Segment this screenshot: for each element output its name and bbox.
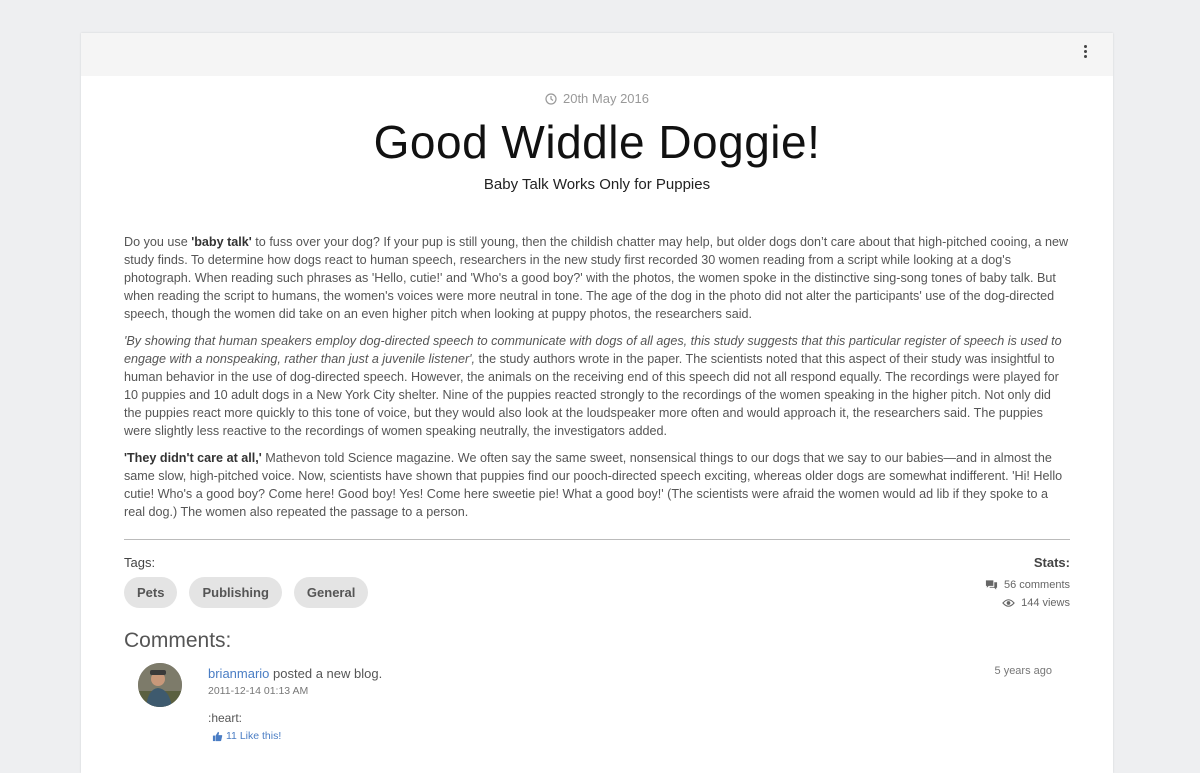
comments-heading: Comments:: [124, 629, 232, 652]
post-body: Do you use 'baby talk' to fuss over your…: [124, 233, 1070, 530]
comment-header: brianmario posted a new blog.: [208, 666, 382, 681]
comments-icon: [985, 580, 998, 590]
comment-text: :heart:: [208, 711, 243, 725]
eye-icon: [1002, 599, 1015, 607]
comment-timestamp: 2011-12-14 01:13 AM: [208, 685, 309, 697]
paragraph-3: 'They didn't care at all,' Mathevon told…: [124, 451, 1063, 519]
clock-icon: [545, 92, 557, 105]
card-toolbar: [81, 33, 1113, 76]
more-options-icon[interactable]: [1077, 43, 1093, 59]
divider: [124, 539, 1070, 540]
tag-general[interactable]: General: [293, 577, 369, 608]
blog-post-card: 20th May 2016 Good Widdle Doggie! Baby T…: [81, 33, 1113, 773]
post-date-text: 20th May 2016: [562, 91, 649, 106]
paragraph-2: 'By showing that human speakers employ d…: [124, 334, 1062, 438]
views-stat: 144 views: [1002, 597, 1070, 609]
post-title: Good Widdle Doggie!: [373, 116, 821, 168]
like-button[interactable]: 11 Like this!: [212, 730, 281, 742]
comment-action: posted a new blog.: [273, 666, 383, 681]
tag-pets[interactable]: Pets: [124, 577, 178, 608]
tag-list: Pets Publishing General: [124, 577, 369, 608]
tag-publishing[interactable]: Publishing: [189, 577, 282, 608]
comments-stat: 56 comments: [985, 579, 1070, 591]
post-date: 20th May 2016: [81, 91, 1113, 106]
post-subtitle: Baby Talk Works Only for Puppies: [483, 176, 711, 193]
comment-username-link[interactable]: brianmario: [208, 666, 269, 681]
stats-label: Stats:: [1033, 555, 1070, 570]
avatar[interactable]: [138, 663, 182, 707]
paragraph-1: Do you use 'baby talk' to fuss over your…: [124, 235, 1069, 321]
avatar-image: [138, 663, 182, 707]
comment-relative-time: 5 years ago: [994, 665, 1052, 677]
thumbs-up-icon: [212, 731, 223, 741]
tags-label: Tags:: [124, 555, 156, 570]
